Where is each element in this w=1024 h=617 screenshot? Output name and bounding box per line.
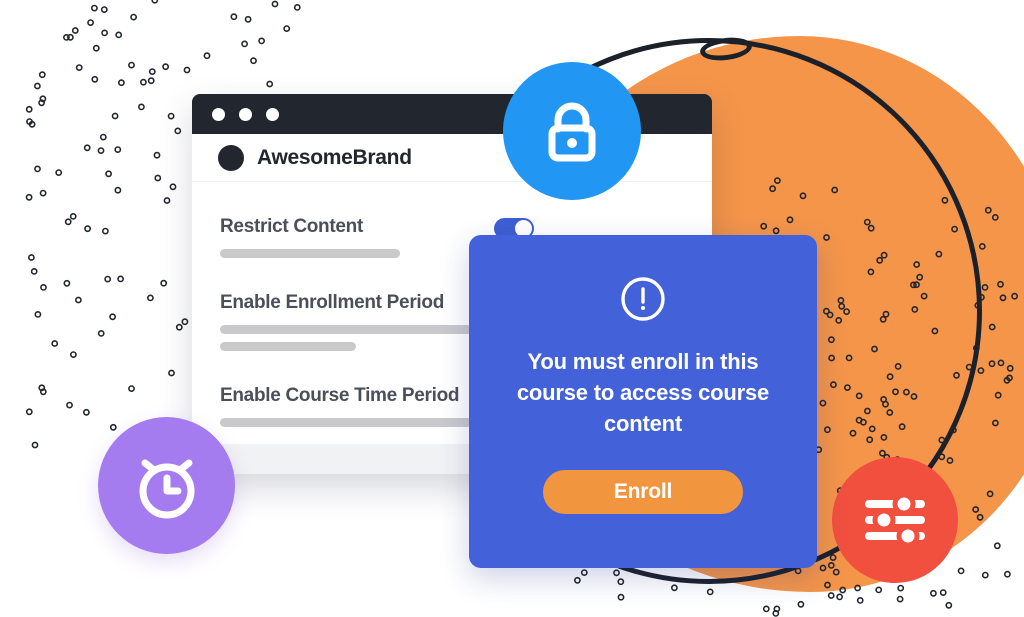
placeholder-bar: [220, 325, 472, 334]
sliders-icon: [865, 492, 925, 548]
enroll-button[interactable]: Enroll: [543, 469, 743, 514]
placeholder-bar: [220, 249, 400, 258]
illustration-scene: AwesomeBrand Restrict Content Enable Enr…: [0, 0, 1024, 617]
sliders-badge: [832, 457, 958, 583]
alarm-clock-icon: [139, 459, 194, 518]
window-close-dot-icon[interactable]: [212, 107, 225, 121]
window-maximize-dot-icon[interactable]: [266, 107, 279, 121]
alert-circle-icon: [621, 277, 665, 321]
window-minimize-dot-icon[interactable]: [239, 107, 252, 121]
placeholder-bar: [220, 342, 356, 351]
modal-message: You must enroll in this course to access…: [516, 349, 770, 437]
lock-badge: [503, 62, 641, 200]
placeholder-bar: [220, 418, 472, 427]
lock-icon: [548, 102, 596, 162]
alarm-clock-badge: [98, 417, 235, 554]
brand-name: AwesomeBrand: [257, 145, 412, 169]
enrollment-modal: You must enroll in this course to access…: [469, 235, 817, 568]
circle-logo-icon: [218, 144, 244, 171]
